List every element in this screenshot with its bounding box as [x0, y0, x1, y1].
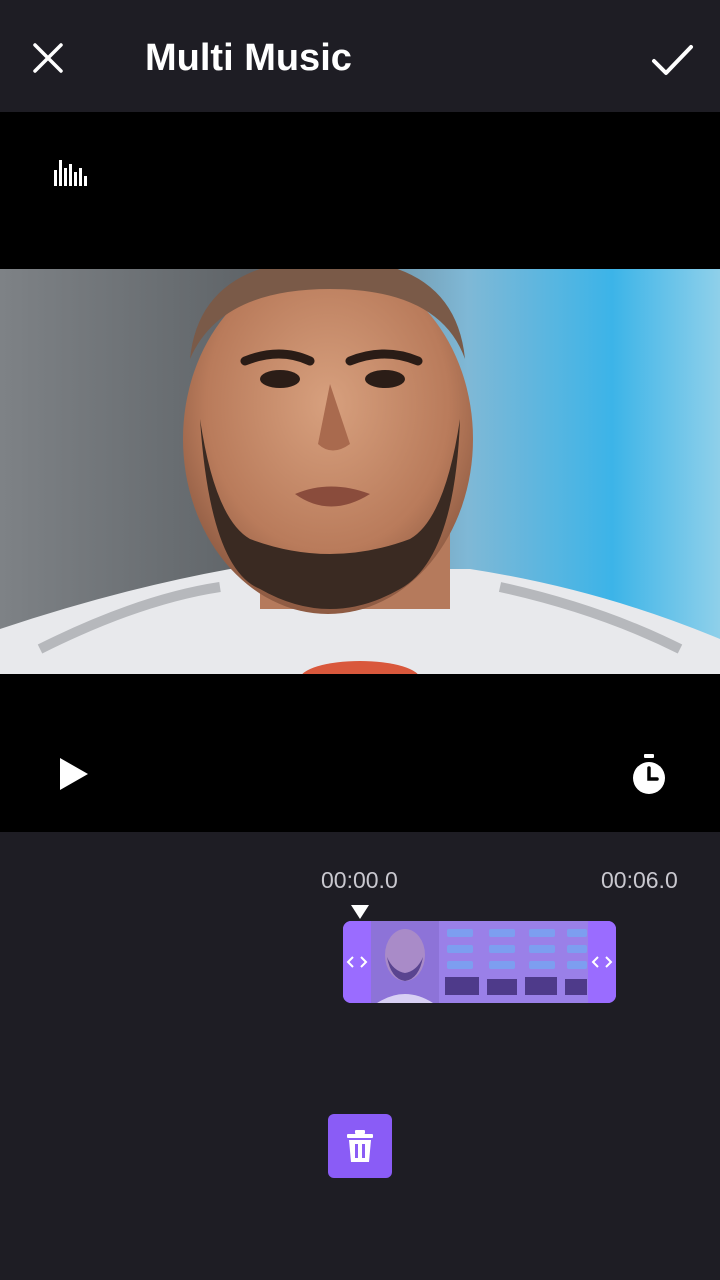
top-bar: Multi Music: [0, 0, 720, 112]
clip-trim-handle-left[interactable]: [343, 921, 371, 1003]
left-right-arrows-icon: [346, 956, 368, 968]
video-thumbnail-image: [0, 269, 720, 674]
close-icon: [33, 43, 63, 73]
timer-button[interactable]: [628, 752, 670, 796]
confirm-button[interactable]: [646, 34, 698, 86]
page-title: Multi Music: [145, 37, 352, 79]
left-right-arrows-icon: [591, 956, 613, 968]
trash-icon: [347, 1130, 373, 1162]
timeline-start-time: 00:00.0: [321, 867, 398, 893]
playhead[interactable]: [350, 904, 370, 920]
clip-thumbnail-strip: [371, 921, 588, 1003]
stopwatch-icon: [633, 754, 665, 794]
audio-visualizer-icon: [54, 160, 87, 186]
play-icon: [60, 758, 88, 790]
delete-button[interactable]: [328, 1114, 392, 1178]
video-frame: [0, 269, 720, 674]
play-button[interactable]: [54, 754, 94, 794]
clip-trim-handle-right[interactable]: [588, 921, 616, 1003]
clip-thumbnails: [371, 921, 588, 1003]
audio-visualizer-button[interactable]: [52, 156, 90, 188]
close-button[interactable]: [24, 34, 72, 82]
music-clip[interactable]: [343, 921, 616, 1003]
checkmark-icon: [652, 45, 693, 75]
playhead-marker-icon: [351, 905, 369, 919]
timeline-end-time: 00:06.0: [601, 867, 678, 893]
video-preview: [0, 112, 720, 832]
